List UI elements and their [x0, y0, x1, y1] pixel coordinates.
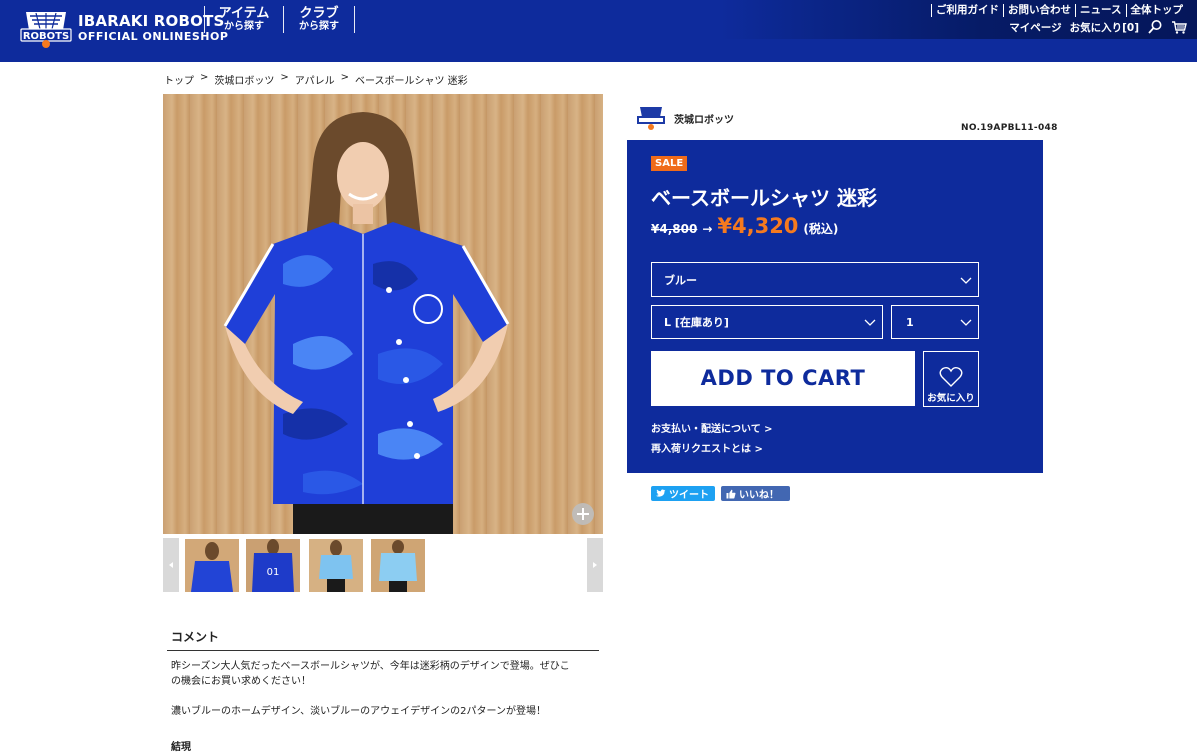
quantity-select-value: 1	[906, 315, 914, 329]
heart-icon	[939, 366, 963, 387]
nav-item-club[interactable]: クラブ から探す	[284, 7, 354, 33]
breadcrumb-separator: >	[340, 72, 349, 83]
comment-subheading: 結現	[171, 742, 191, 753]
color-select-value: ブルー	[664, 273, 697, 287]
logo-subtitle: OFFICIAL ONLINESHOP	[78, 30, 229, 43]
nav-divider	[354, 6, 355, 33]
thumbs-up-icon	[726, 489, 736, 498]
nav-item-label: クラブ	[299, 6, 339, 21]
thumbnail-2[interactable]: 01	[246, 539, 300, 592]
product-number: NO.19APBL11-048	[961, 123, 1058, 133]
favorite-button[interactable]: お気に入り	[923, 351, 979, 407]
color-select[interactable]: ブルー	[651, 262, 979, 297]
site-logo[interactable]: ROBOTS IBARAKI ROBOTS OFFICIAL ONLINESHO…	[20, 8, 228, 48]
sale-price: ¥4,320	[717, 214, 799, 238]
price-arrow: →	[702, 222, 713, 236]
chevron-down-icon	[960, 277, 972, 284]
tweet-label: ツイート	[669, 490, 709, 501]
site-header: ROBOTS IBARAKI ROBOTS OFFICIAL ONLINESHO…	[0, 0, 1197, 62]
chevron-left-icon	[169, 562, 173, 568]
chevron-down-icon	[960, 319, 972, 326]
comment-paragraph-1a: 昨シーズン大人気だったベースボールシャツが、今年は迷彩柄のデザインで登場。ぜひこ	[171, 661, 570, 672]
restock-request-link[interactable]: 再入荷リクエストとは >	[651, 440, 763, 455]
product-main-image[interactable]	[163, 94, 603, 534]
link-top[interactable]: 全体トップ	[1125, 4, 1188, 17]
link-mypage[interactable]: マイページ	[1009, 20, 1061, 35]
comment-paragraph-1b: の機会にお買い求めください！	[171, 676, 311, 687]
breadcrumb-top[interactable]: トップ	[164, 72, 194, 87]
original-price: ¥4,800	[651, 222, 698, 236]
link-guide[interactable]: ご利用ガイド	[931, 4, 1003, 17]
breadcrumb-club[interactable]: 茨城ロボッツ	[214, 72, 274, 87]
nav-item-search[interactable]: アイテム から探す	[209, 7, 279, 33]
size-select-value: L [在庫あり]	[664, 316, 729, 329]
twitter-icon	[656, 489, 666, 497]
like-label: いいね！	[739, 490, 779, 501]
link-favorites[interactable]: お気に入り[0]	[1070, 20, 1139, 35]
sale-badge: SALE	[651, 156, 688, 171]
thumbnail-1[interactable]	[185, 539, 239, 592]
tax-label: (税込)	[803, 222, 839, 236]
utility-links: ご利用ガイド お問い合わせ ニュース 全体トップ	[931, 4, 1187, 17]
thumb-next-button[interactable]	[587, 538, 603, 592]
tweet-button[interactable]: ツイート	[651, 486, 715, 501]
thumb-prev-button[interactable]	[163, 538, 179, 592]
link-contact[interactable]: お問い合わせ	[1003, 4, 1075, 17]
price-row: ¥4,800 → ¥4,320 (税込)	[651, 214, 838, 238]
thumbnail-4[interactable]	[371, 539, 425, 592]
svg-text:01: 01	[267, 567, 280, 578]
chevron-down-icon	[864, 319, 876, 326]
club-info[interactable]: 茨城ロボッツ	[636, 105, 734, 131]
favorite-label: お気に入り	[927, 393, 975, 404]
chevron-right-icon	[593, 562, 597, 568]
link-news[interactable]: ニュース	[1075, 4, 1125, 17]
breadcrumb: トップ > 茨城ロボッツ > アパレル > ベースボールシャツ 迷彩	[164, 72, 468, 87]
size-select[interactable]: L [在庫あり]	[651, 305, 883, 339]
add-to-cart-button[interactable]: ADD TO CART	[651, 351, 915, 406]
logo-title: IBARAKI ROBOTS	[78, 12, 225, 30]
nav-item-sublabel: から探す	[299, 21, 339, 32]
product-title: ベースボールシャツ 迷彩	[651, 186, 877, 210]
robots-logo-icon: ROBOTS	[20, 12, 72, 48]
comment-heading: コメント	[171, 630, 220, 644]
model-illustration	[223, 112, 510, 534]
thumbnail-3[interactable]	[309, 539, 363, 592]
comment-paragraph-2: 濃いブルーのホームデザイン、淡いブルーのアウェイデザインの2パターンが登場！	[171, 706, 546, 717]
club-logo-icon	[637, 107, 665, 130]
cart-icon[interactable]	[1171, 19, 1187, 35]
breadcrumb-category[interactable]: アパレル	[295, 72, 335, 87]
header-strip	[740, 39, 1197, 62]
zoom-plus-icon[interactable]	[572, 503, 594, 525]
search-icon[interactable]	[1147, 19, 1163, 35]
payment-shipping-link[interactable]: お支払い・配送について >	[651, 420, 773, 435]
nav-item-sublabel: から探す	[224, 21, 264, 32]
nav-item-label: アイテム	[218, 6, 270, 21]
quantity-select[interactable]: 1	[891, 305, 979, 339]
breadcrumb-current: ベースボールシャツ 迷彩	[354, 76, 468, 87]
facebook-like-button[interactable]: いいね！	[721, 486, 790, 501]
breadcrumb-separator: >	[280, 72, 289, 83]
club-name[interactable]: 茨城ロボッツ	[674, 111, 734, 126]
account-links: マイページ お気に入り[0]	[1001, 19, 1187, 35]
nav-divider	[204, 6, 205, 33]
comment-divider	[167, 650, 599, 651]
breadcrumb-separator: >	[200, 72, 209, 83]
